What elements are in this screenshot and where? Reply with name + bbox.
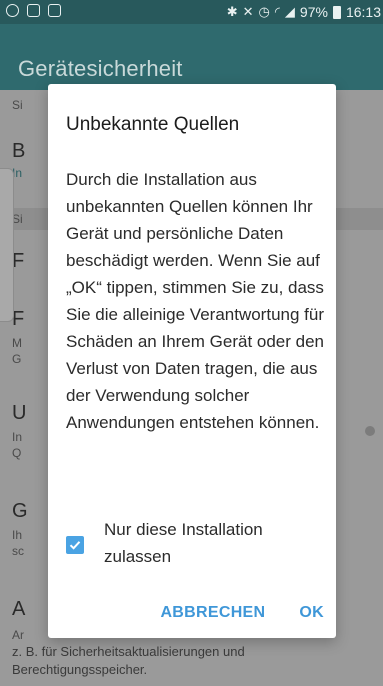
dialog-actions: ABBRECHEN OK — [160, 604, 324, 622]
status-system: ✱ ✕ ◷ ◜ ◢ 97% 16:13 — [227, 4, 381, 20]
list-item: B — [12, 140, 26, 162]
wifi-icon: ◜ — [274, 4, 280, 19]
message-icon — [27, 4, 40, 17]
status-notifications — [6, 4, 61, 17]
battery-icon — [332, 5, 341, 19]
alarm-icon: ◷ — [258, 4, 270, 19]
mute-icon: ✕ — [242, 4, 254, 19]
list-item-line: Berechtigungsspeicher. — [12, 662, 148, 677]
clock: 16:13 — [345, 4, 381, 20]
cancel-button[interactable]: ABBRECHEN — [160, 604, 265, 622]
checkbox[interactable] — [66, 536, 84, 554]
list-item: sc — [12, 544, 24, 558]
bluetooth-icon: ✱ — [226, 4, 238, 19]
list-item: Ih — [12, 528, 23, 542]
ok-button[interactable]: OK — [299, 604, 324, 622]
app-bar: Gerätesicherheit — [0, 24, 383, 90]
page-title: Gerätesicherheit — [18, 56, 183, 81]
list-item-line: z. B. für Sicherheitsaktualisierungen un… — [12, 644, 245, 659]
status-bar: ✱ ✕ ◷ ◜ ◢ 97% 16:13 — [0, 0, 383, 24]
gallery-icon — [48, 4, 61, 17]
unknown-sources-dialog: Unbekannte Quellen Durch die Installatio… — [48, 84, 336, 638]
battery-percent: 97% — [299, 4, 328, 20]
checkmark-icon — [69, 541, 81, 550]
dialog-message: Durch die Installation aus unbekannten Q… — [66, 170, 324, 432]
toggle-knob — [365, 426, 375, 436]
list-item-line: Ar — [12, 628, 24, 642]
only-this-installation-option[interactable]: Nur diese Installation zulassen — [66, 516, 328, 570]
side-panel-handle — [0, 168, 14, 322]
list-item: Si — [12, 98, 23, 112]
checkbox-label: Nur diese Installation zulassen — [104, 520, 263, 566]
signal-icon: ◢ — [284, 4, 295, 19]
list-item: M — [12, 336, 22, 350]
list-item: G — [12, 500, 28, 522]
dialog-title: Unbekannte Quellen — [66, 114, 240, 135]
list-item: G — [12, 352, 22, 366]
list-item: In — [12, 430, 23, 444]
list-item: Q — [12, 446, 22, 460]
whatsapp-icon — [6, 4, 19, 17]
list-item: U — [12, 402, 27, 424]
